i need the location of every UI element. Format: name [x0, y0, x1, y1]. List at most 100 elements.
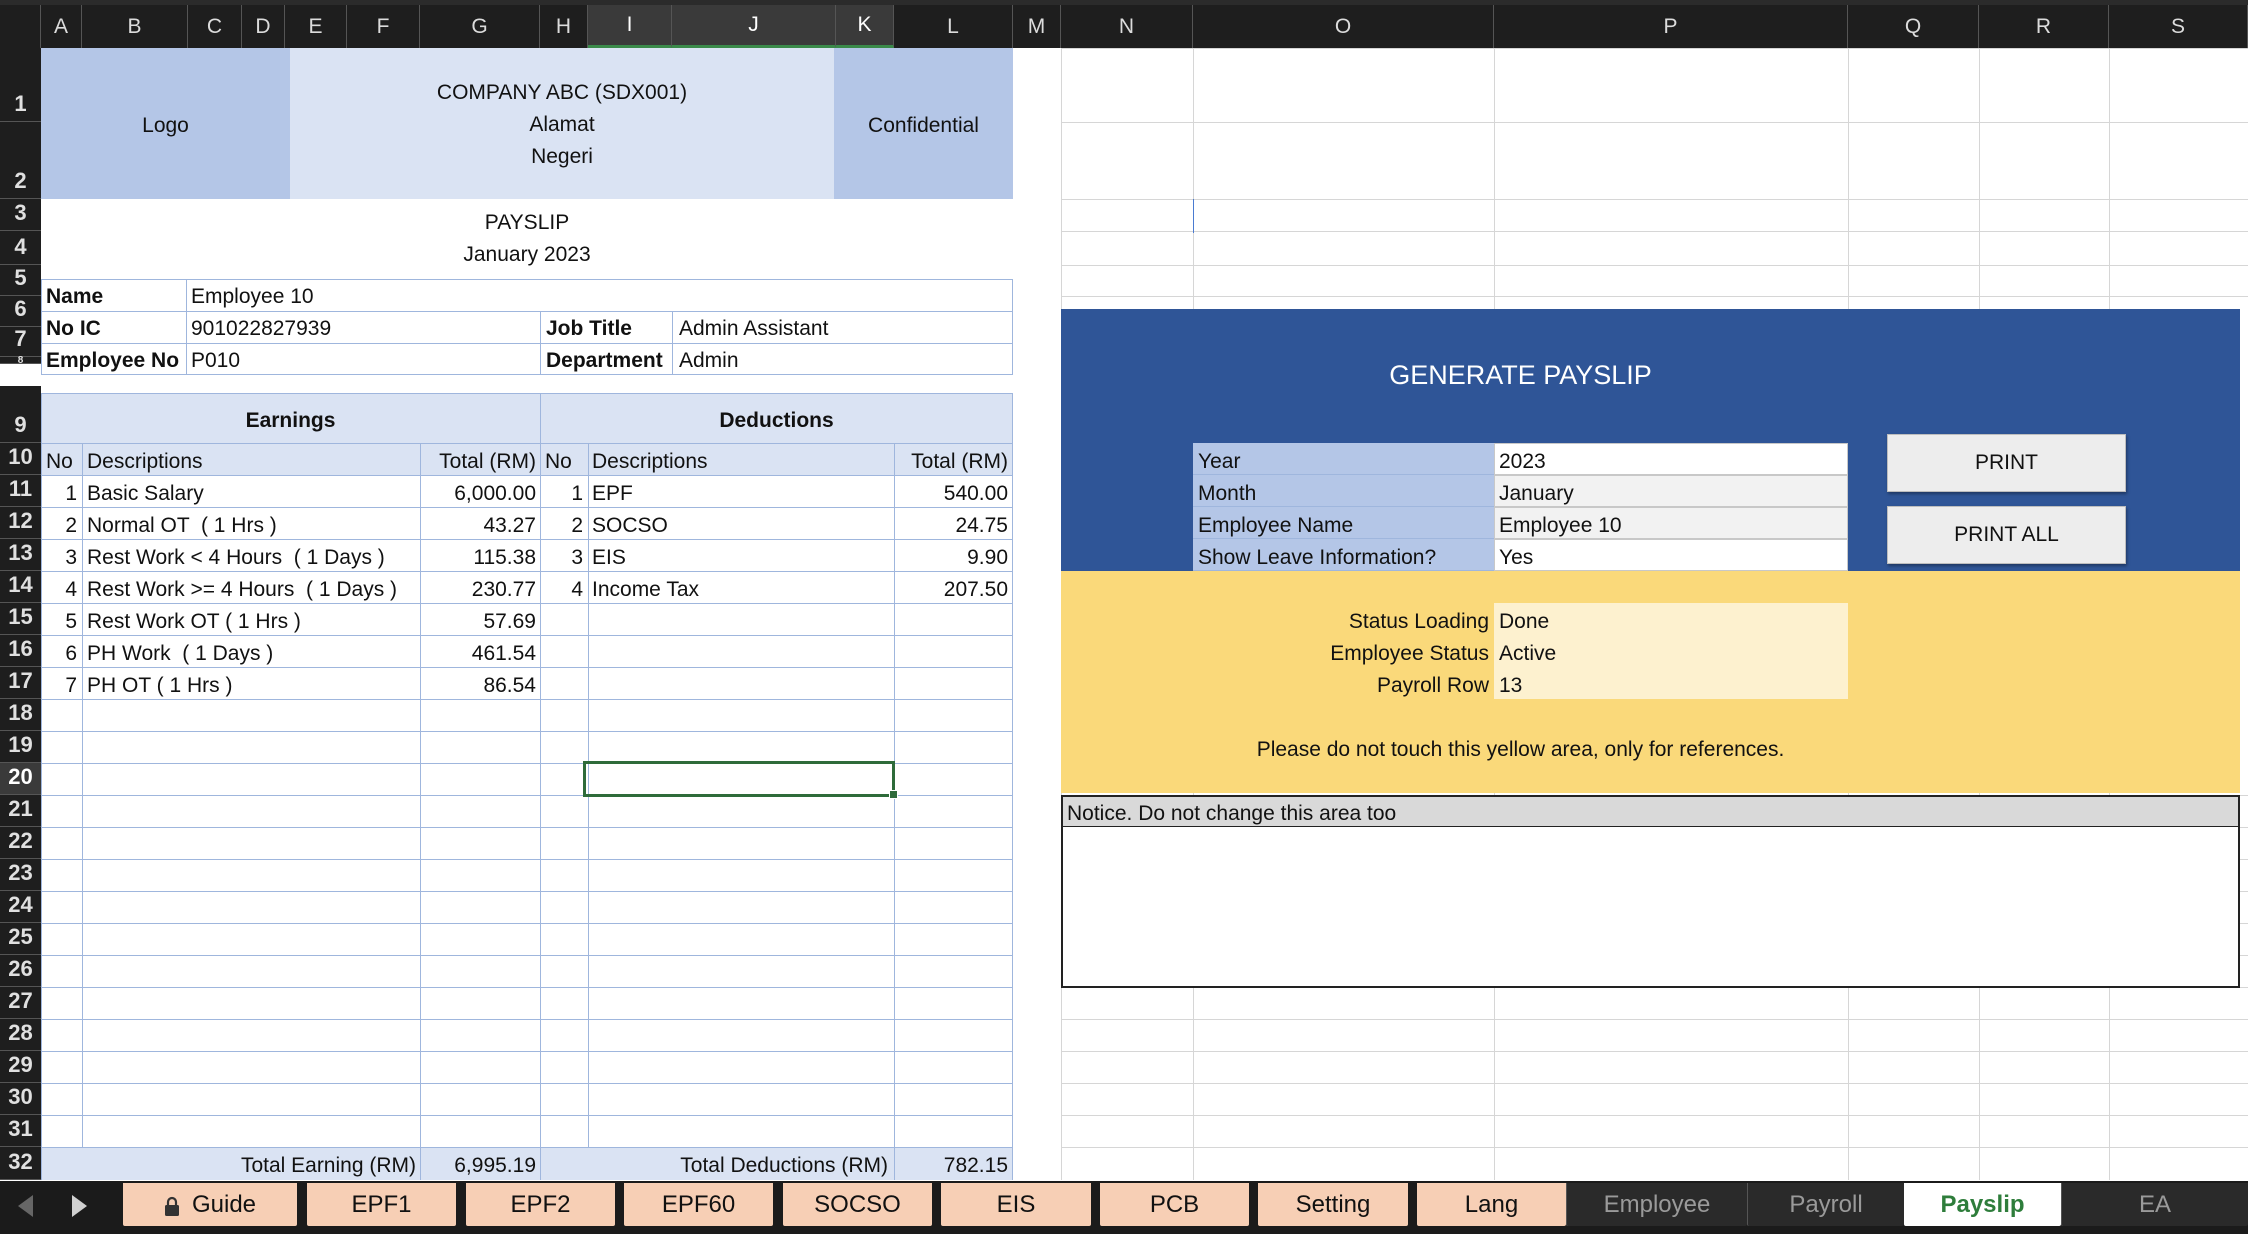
- grid-line: [41, 667, 1013, 668]
- row-header-29[interactable]: 29: [0, 1051, 41, 1083]
- earnings-row-no: 3: [65, 546, 77, 569]
- scroll-tabs-left-icon[interactable]: [18, 1195, 33, 1217]
- company-address-line1: Alamat: [529, 113, 595, 136]
- row-header-31[interactable]: 31: [0, 1115, 41, 1147]
- column-header-s[interactable]: S: [2109, 5, 2248, 48]
- column-header-b[interactable]: B: [82, 5, 188, 48]
- grid-line: [41, 571, 1013, 572]
- status-value-bg: [1494, 667, 1848, 699]
- row-header-27[interactable]: 27: [0, 987, 41, 1019]
- row-header-19[interactable]: 19: [0, 731, 41, 763]
- earnings-row-desc: Rest Work OT ( 1 Hrs ): [87, 610, 301, 633]
- row-header-17[interactable]: 17: [0, 667, 41, 699]
- column-header-k[interactable]: K: [836, 5, 894, 48]
- row-header-28[interactable]: 28: [0, 1019, 41, 1051]
- sheet-tab-employee[interactable]: Employee: [1566, 1183, 1747, 1226]
- row-header-23[interactable]: 23: [0, 859, 41, 891]
- column-header-i[interactable]: I: [588, 5, 672, 48]
- field-input-0[interactable]: [1494, 443, 1848, 475]
- row-header-24[interactable]: 24: [0, 891, 41, 923]
- row-header-20[interactable]: 20: [0, 763, 41, 795]
- logo-placeholder: Logo: [142, 114, 189, 137]
- print-button[interactable]: PRINT: [1887, 434, 2126, 492]
- sheet-tab-payslip[interactable]: Payslip: [1904, 1183, 2061, 1226]
- sheet-tab-label: EPF1: [351, 1190, 412, 1218]
- row-header-9[interactable]: 9: [0, 386, 41, 443]
- earnings-row-desc: Basic Salary: [87, 482, 204, 505]
- column-header-p[interactable]: P: [1494, 5, 1848, 48]
- column-header-d[interactable]: D: [242, 5, 285, 48]
- sheet-tab-socso[interactable]: SOCSO: [783, 1183, 932, 1226]
- column-header-q[interactable]: Q: [1848, 5, 1979, 48]
- column-header-l[interactable]: L: [894, 5, 1013, 48]
- row-header-11[interactable]: 11: [0, 475, 41, 507]
- company-address-line2: Negeri: [531, 145, 593, 168]
- sheet-tab-ea[interactable]: EA: [2061, 1183, 2248, 1226]
- grid-line: [41, 699, 1013, 700]
- fill-handle[interactable]: [889, 790, 898, 799]
- column-header-e[interactable]: E: [285, 5, 347, 48]
- sheet-tab-label: Lang: [1464, 1190, 1519, 1218]
- sheet-tab-epf2[interactable]: EPF2: [466, 1183, 615, 1226]
- grid-line: [41, 859, 1013, 860]
- name-label: Name: [46, 285, 104, 308]
- lock-icon: [164, 1195, 180, 1216]
- row-header-13[interactable]: 13: [0, 539, 41, 571]
- row-header-30[interactable]: 30: [0, 1083, 41, 1115]
- row-header-7[interactable]: 7: [0, 326, 41, 357]
- row-header-14[interactable]: 14: [0, 571, 41, 603]
- sheet-tab-eis[interactable]: EIS: [941, 1183, 1091, 1226]
- row-header-21[interactable]: 21: [0, 795, 41, 827]
- column-header-f[interactable]: F: [347, 5, 420, 48]
- earnings-row-desc: Rest Work >= 4 Hours ( 1 Days ): [87, 578, 398, 601]
- row-header-18[interactable]: 18: [0, 699, 41, 731]
- row-header-10[interactable]: 10: [0, 443, 41, 475]
- column-header-n[interactable]: N: [1061, 5, 1193, 48]
- column-header-g[interactable]: G: [420, 5, 540, 48]
- selected-cell-cursor[interactable]: [583, 761, 895, 797]
- deductions-row-desc: Income Tax: [592, 578, 699, 601]
- sheet-tab-guide[interactable]: Guide: [123, 1183, 297, 1226]
- field-input-3[interactable]: [1494, 539, 1848, 571]
- sheet-tab-epf60[interactable]: EPF60: [624, 1183, 773, 1226]
- sheet-tab-pcb[interactable]: PCB: [1100, 1183, 1249, 1226]
- row-header-3[interactable]: 3: [0, 199, 41, 231]
- column-header-h[interactable]: H: [540, 5, 588, 48]
- row-header-15[interactable]: 15: [0, 603, 41, 635]
- sheet-tab-lang[interactable]: Lang: [1417, 1183, 1566, 1226]
- row-header-32[interactable]: 32: [0, 1147, 41, 1180]
- row-header-2[interactable]: 2: [0, 122, 41, 199]
- column-header-o[interactable]: O: [1193, 5, 1494, 48]
- grid-line: [41, 827, 1013, 828]
- column-header-c[interactable]: C: [188, 5, 242, 48]
- row-header-16[interactable]: 16: [0, 635, 41, 667]
- grid-line: [420, 443, 421, 1148]
- column-header-r[interactable]: R: [1979, 5, 2109, 48]
- row-header-1[interactable]: 1: [0, 48, 41, 122]
- column-header-m[interactable]: M: [1013, 5, 1061, 48]
- print-all-button[interactable]: PRINT ALL: [1887, 506, 2126, 564]
- grid-line: [41, 1115, 1013, 1116]
- earnings-row-desc: Normal OT ( 1 Hrs ): [87, 514, 277, 537]
- earnings-col-desc: Descriptions: [87, 450, 203, 473]
- sheet-tab-epf1[interactable]: EPF1: [307, 1183, 456, 1226]
- sheet-tab-setting[interactable]: Setting: [1258, 1183, 1408, 1226]
- grid-line: [41, 443, 1013, 444]
- employee-name-value: Employee 10: [191, 285, 314, 308]
- grid-line: [186, 279, 187, 375]
- row-header-6[interactable]: 6: [0, 296, 41, 327]
- earnings-row-no: 4: [65, 578, 77, 601]
- column-header-j[interactable]: J: [672, 5, 836, 48]
- scroll-tabs-right-icon[interactable]: [72, 1195, 87, 1217]
- row-header-4[interactable]: 4: [0, 231, 41, 265]
- column-header-a[interactable]: A: [41, 5, 82, 48]
- row-header-25[interactable]: 25: [0, 923, 41, 955]
- row-header-12[interactable]: 12: [0, 507, 41, 539]
- row-header-22[interactable]: 22: [0, 827, 41, 859]
- sheet-tab-payroll[interactable]: Payroll: [1747, 1183, 1904, 1226]
- row-header-8[interactable]: 8: [0, 355, 41, 366]
- status-label: Employee Status: [1330, 642, 1489, 665]
- row-header-5[interactable]: 5: [0, 265, 41, 296]
- select-all-corner[interactable]: [0, 5, 41, 48]
- row-header-26[interactable]: 26: [0, 955, 41, 987]
